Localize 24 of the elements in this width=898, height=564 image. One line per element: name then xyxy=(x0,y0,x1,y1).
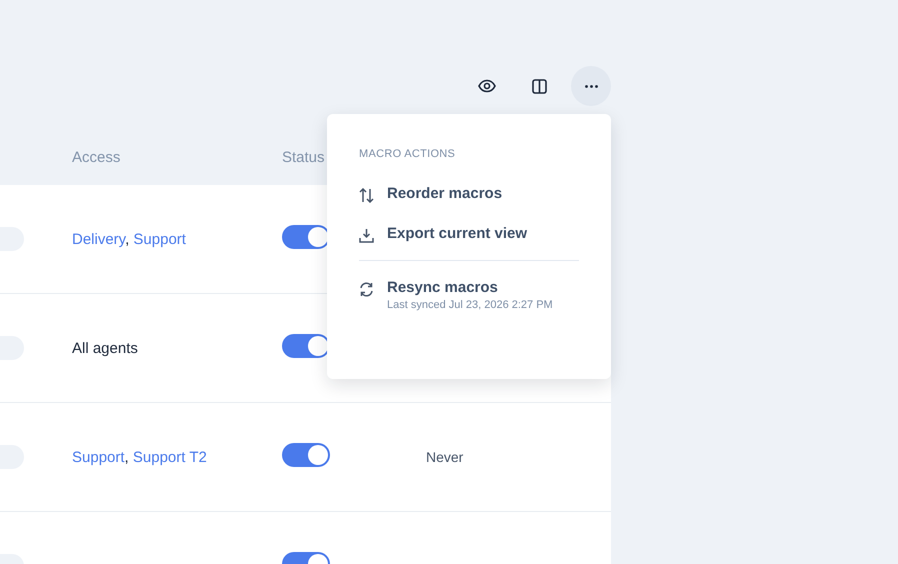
status-toggle[interactable] xyxy=(282,334,330,358)
column-header: Status xyxy=(282,149,325,166)
status-toggle[interactable] xyxy=(282,443,330,467)
access-teams: Support, Support T2 xyxy=(72,448,208,466)
more-icon xyxy=(584,84,598,88)
team-link[interactable]: Delivery xyxy=(72,230,126,248)
status-toggle[interactable] xyxy=(282,225,330,249)
menu-item[interactable]: Export current view xyxy=(359,215,579,255)
column-header: Access xyxy=(72,149,120,166)
sort-arrows-icon xyxy=(359,188,374,203)
last-used-cell-text: Never xyxy=(426,449,464,465)
access-teams: All agents xyxy=(72,340,139,356)
access-teams: Delivery, Support xyxy=(72,230,187,248)
team-link[interactable]: Support xyxy=(133,230,186,248)
download-icon xyxy=(359,228,374,243)
eye-icon xyxy=(478,79,496,93)
menu-heading: MACRO ACTIONS xyxy=(359,148,456,160)
columns-icon xyxy=(532,78,546,94)
sync-time: Last synced Jul 23, 2026 2:27 PM xyxy=(387,299,553,311)
team-link[interactable]: Support T2 xyxy=(132,448,207,466)
team-link[interactable]: Support xyxy=(72,448,125,466)
menu-item[interactable]: Reorder macros xyxy=(359,175,579,215)
menu-item[interactable]: Resync macros Last synced Jul 23, 2026 2:27 PM xyxy=(359,269,579,323)
sync-icon xyxy=(359,282,374,297)
